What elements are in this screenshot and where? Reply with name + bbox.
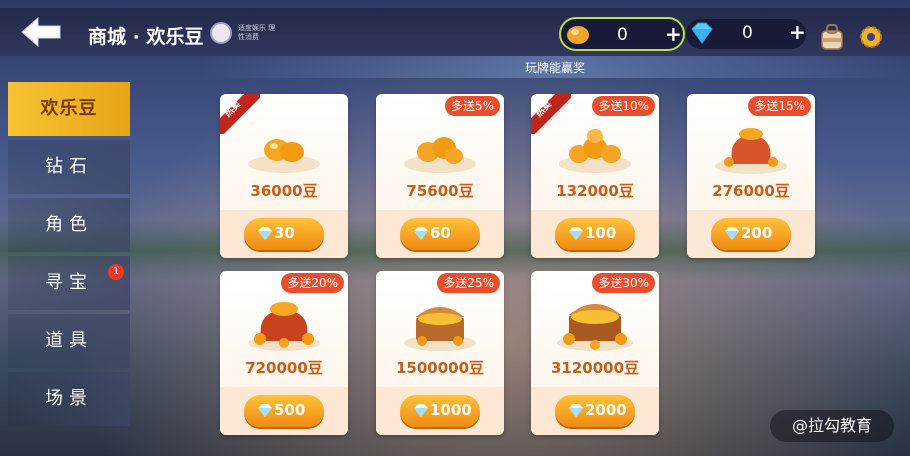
watermark: @拉勾教育	[770, 410, 894, 442]
hot-ribbon: 热卖	[531, 94, 571, 134]
sidebar-item-beans[interactable]: 欢乐豆	[8, 82, 130, 136]
promo-banner: 玩牌能赢奖	[200, 56, 910, 78]
bonus-tag: 多送30%	[592, 273, 655, 293]
buy-button[interactable]: 100	[555, 218, 635, 250]
price-value: 100	[585, 224, 617, 242]
sidebar-item-roles[interactable]: 角色	[8, 198, 130, 252]
price-value: 500	[274, 401, 306, 419]
bean-count: 0	[617, 25, 628, 45]
bean-pile-icon	[400, 114, 480, 176]
buy-button[interactable]: 60	[400, 218, 480, 250]
diamond-icon	[691, 22, 713, 44]
buy-button[interactable]: 2000	[555, 395, 635, 427]
diamond-icon	[414, 404, 428, 417]
diamond-icon	[258, 227, 272, 240]
diamond-count: 0	[742, 23, 753, 43]
sidebar-item-label: 钻石	[45, 156, 93, 177]
price-value: 2000	[585, 401, 627, 419]
diamond-icon	[569, 227, 583, 240]
bean-pile-icon	[555, 291, 635, 353]
sidebar-item-label: 欢乐豆	[40, 98, 98, 119]
price-value: 30	[274, 224, 295, 242]
diamond-icon	[725, 227, 739, 240]
hot-ribbon: 热卖	[220, 94, 260, 134]
bean-amount: 36000豆	[250, 182, 318, 200]
bean-amount: 1500000豆	[395, 359, 485, 377]
sidebar-item-items[interactable]: 道具	[8, 314, 130, 368]
product-card[interactable]: 720000豆 500 多送20%	[220, 271, 348, 435]
sidebar-item-scenes[interactable]: 场景	[8, 372, 130, 426]
add-beans-button[interactable]: +	[665, 22, 682, 46]
bean-amount: 75600豆	[406, 182, 474, 200]
bonus-tag: 多送5%	[444, 96, 500, 116]
buy-button[interactable]: 1000	[400, 395, 480, 427]
bean-pile-icon	[711, 114, 791, 176]
bonus-tag: 多送10%	[592, 96, 655, 116]
health-note: 适度娱乐 理性消费	[238, 24, 276, 41]
bag-icon[interactable]	[817, 22, 847, 52]
sidebar-item-label: 寻宝	[45, 272, 93, 293]
bean-icon	[567, 26, 589, 44]
buy-button[interactable]: 30	[244, 218, 324, 250]
gear-icon[interactable]	[856, 22, 886, 52]
buy-button[interactable]: 500	[244, 395, 324, 427]
diamond-icon	[414, 227, 428, 240]
bean-pile-icon	[244, 291, 324, 353]
bean-amount: 276000豆	[712, 182, 790, 200]
sidebar: 欢乐豆 钻石 角色 寻宝 1 道具 场景	[0, 78, 132, 456]
add-diamonds-button[interactable]: +	[789, 20, 806, 44]
sidebar-item-diamonds[interactable]: 钻石	[8, 140, 130, 194]
sidebar-item-treasure[interactable]: 寻宝 1	[8, 256, 130, 310]
bean-amount: 720000豆	[245, 359, 323, 377]
bonus-tag: 多送25%	[437, 273, 500, 293]
promo-banner-text: 玩牌能赢奖	[524, 61, 585, 75]
page-title: 商城 · 欢乐豆	[88, 26, 204, 48]
sidebar-item-label: 场景	[45, 388, 93, 409]
product-card[interactable]: 36000豆 30 热卖	[220, 94, 348, 258]
bean-amount: 3120000豆	[550, 359, 640, 377]
diamond-icon	[258, 404, 272, 417]
bonus-tag: 多送15%	[748, 96, 811, 116]
price-value: 1000	[430, 401, 472, 419]
sidebar-item-label: 角色	[45, 214, 93, 235]
bean-amount: 132000豆	[556, 182, 634, 200]
bonus-tag: 多送20%	[281, 273, 344, 293]
product-card[interactable]: 3120000豆 2000 多送30%	[531, 271, 659, 435]
buy-button[interactable]: 200	[711, 218, 791, 250]
price-value: 60	[430, 224, 451, 242]
back-arrow-icon[interactable]	[18, 14, 66, 50]
price-value: 200	[741, 224, 773, 242]
top-bar: 商城 · 欢乐豆 适度娱乐 理性消费 0 + 0 +	[0, 8, 910, 56]
notification-badge: 1	[108, 264, 124, 280]
diamond-icon	[569, 404, 583, 417]
product-card[interactable]: 1500000豆 1000 多送25%	[376, 271, 504, 435]
product-card[interactable]: 75600豆 60 多送5%	[376, 94, 504, 258]
avatar-icon	[210, 22, 232, 44]
product-card[interactable]: 276000豆 200 多送15%	[687, 94, 815, 258]
sidebar-item-label: 道具	[45, 330, 93, 351]
bean-pile-icon	[400, 291, 480, 353]
bean-balance: 0 +	[559, 17, 685, 51]
diamond-balance: 0 +	[686, 19, 806, 49]
product-card[interactable]: 132000豆 100 热卖 多送10%	[531, 94, 659, 258]
